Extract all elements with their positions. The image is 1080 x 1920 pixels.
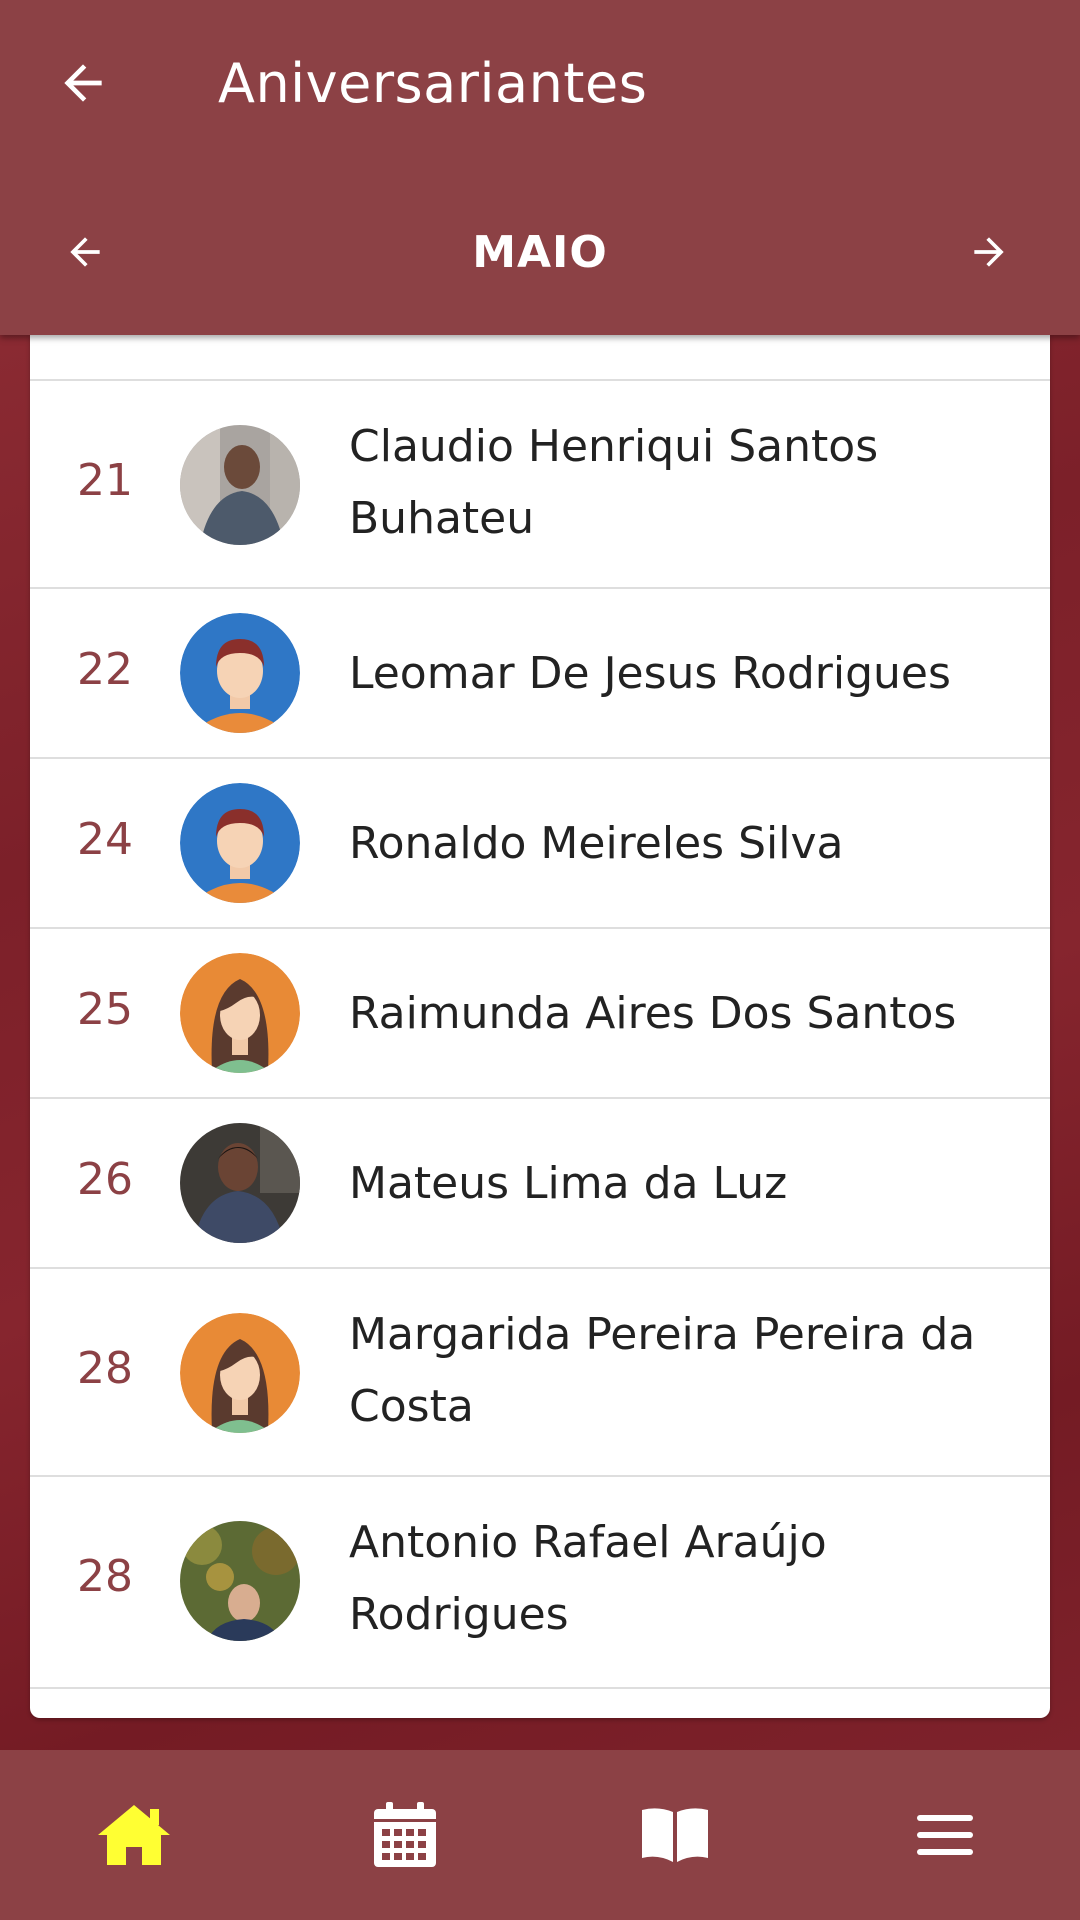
nav-home[interactable] xyxy=(89,1795,179,1875)
list-item[interactable]: 21 Claudio Henriqui Santos Buhateu xyxy=(30,379,1050,589)
birthday-day: 25 xyxy=(77,984,133,1035)
photo-avatar-icon xyxy=(180,425,300,545)
birthday-day: 28 xyxy=(77,1343,133,1394)
person-name: Antonio Rafael Araújo Rodrigues xyxy=(349,1517,827,1640)
birthday-list: 21 Claudio Henriqui Santos Buhateu 22 Le… xyxy=(30,335,1050,1718)
photo-avatar-icon xyxy=(180,1521,300,1641)
back-button[interactable] xyxy=(50,50,116,116)
birthday-day: 26 xyxy=(77,1154,133,1205)
nav-book[interactable] xyxy=(630,1795,720,1875)
nav-calendar[interactable] xyxy=(360,1795,450,1875)
list-item[interactable]: 26 Mateus Lima da Luz xyxy=(30,1097,1050,1269)
arrow-left-icon xyxy=(70,237,100,267)
app-bar: Aniversariantes MAIO xyxy=(0,0,1080,335)
list-item[interactable]: 22 Leomar De Jesus Rodrigues xyxy=(30,587,1050,759)
calendar-icon xyxy=(374,1802,436,1867)
list-item[interactable]: 24 Ronaldo Meireles Silva xyxy=(30,757,1050,929)
female-avatar-icon xyxy=(180,1313,300,1433)
arrow-back-icon xyxy=(64,64,102,102)
book-icon xyxy=(642,1808,708,1862)
person-name: Raimunda Aires Dos Santos xyxy=(349,988,957,1039)
birthday-day: 28 xyxy=(77,1551,133,1602)
female-avatar-icon xyxy=(180,953,300,1073)
bottom-navigation xyxy=(0,1750,1080,1920)
month-label: MAIO xyxy=(472,227,608,278)
male-avatar-icon xyxy=(180,783,300,903)
next-month-button[interactable] xyxy=(962,225,1016,279)
birthday-day: 22 xyxy=(77,644,133,695)
home-icon xyxy=(98,1805,170,1865)
photo-avatar-icon xyxy=(180,1123,300,1243)
birthday-day: 21 xyxy=(77,455,133,506)
page-title: Aniversariantes xyxy=(218,52,648,115)
male-avatar-icon xyxy=(180,613,300,733)
list-item[interactable]: 28 Margarida Pereira Pereira da Costa xyxy=(30,1267,1050,1477)
person-name: Margarida Pereira Pereira da Costa xyxy=(349,1309,976,1432)
person-name: Ronaldo Meireles Silva xyxy=(349,818,844,869)
person-name: Claudio Henriqui Santos Buhateu xyxy=(349,421,879,544)
arrow-right-icon xyxy=(974,237,1004,267)
person-name: Leomar De Jesus Rodrigues xyxy=(349,648,951,699)
person-name: Mateus Lima da Luz xyxy=(349,1158,788,1209)
menu-icon xyxy=(917,1815,973,1855)
month-selector: MAIO xyxy=(0,215,1080,290)
previous-month-button[interactable] xyxy=(58,225,112,279)
list-item[interactable]: 25 Raimunda Aires Dos Santos xyxy=(30,927,1050,1099)
nav-menu[interactable] xyxy=(900,1795,990,1875)
list-item[interactable]: 28 Antonio Rafael Araújo Rodrigues xyxy=(30,1475,1050,1689)
birthday-day: 24 xyxy=(77,814,133,865)
